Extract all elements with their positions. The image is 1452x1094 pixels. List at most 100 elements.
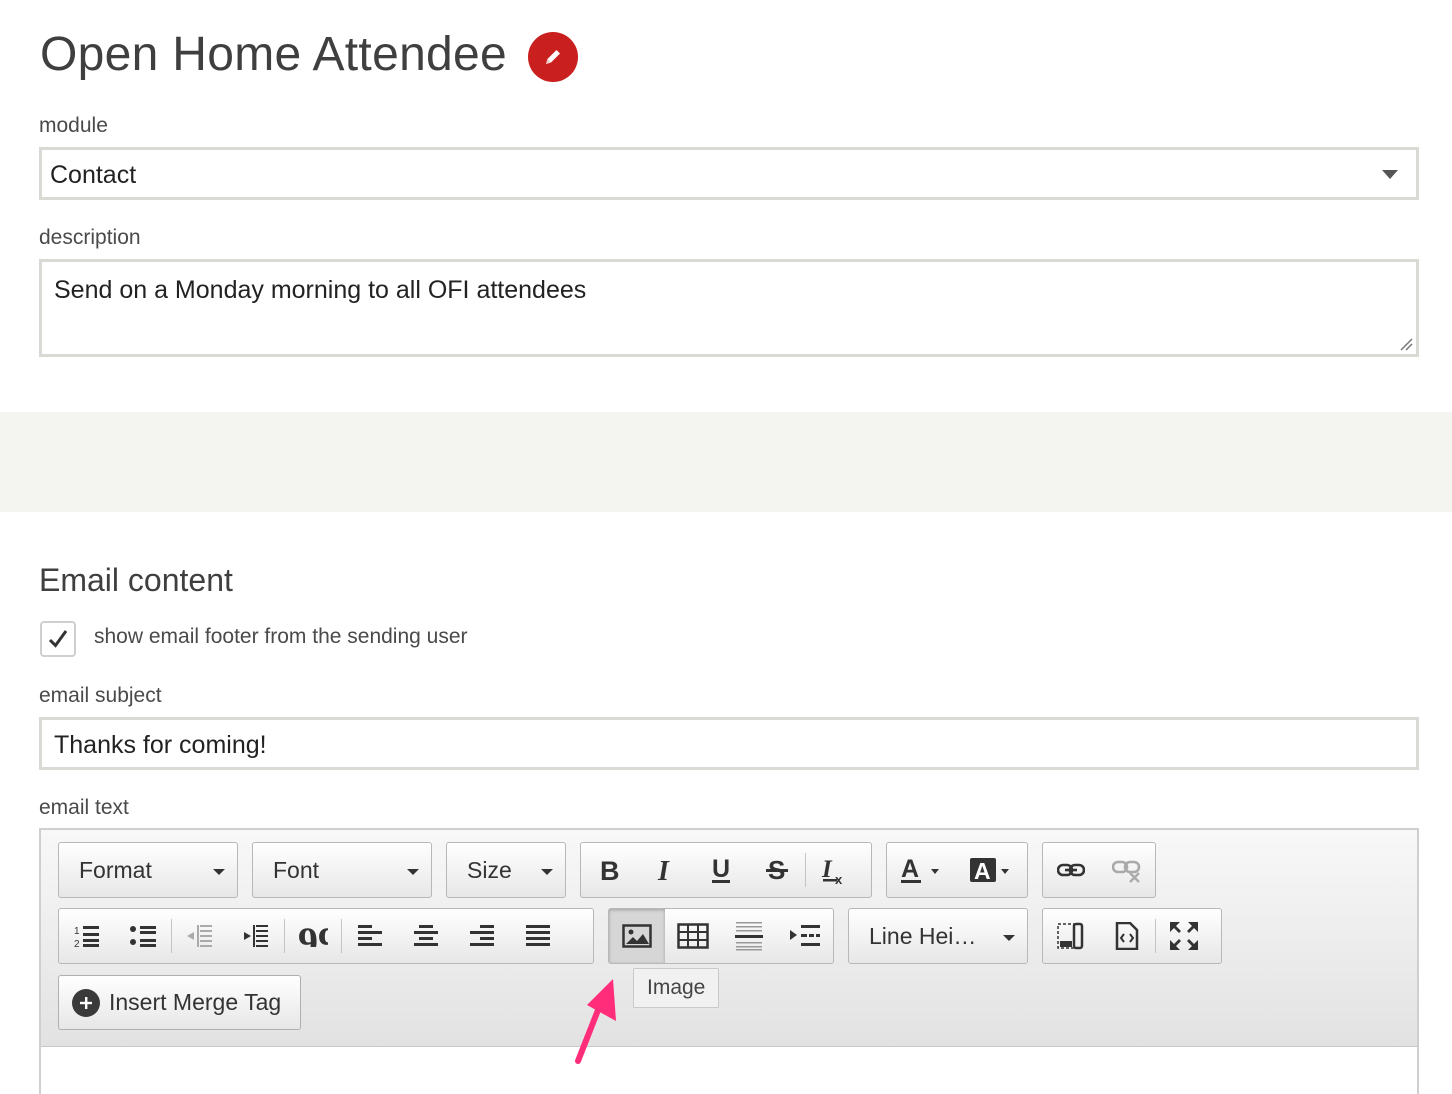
bullet-list-button[interactable] <box>115 909 171 963</box>
align-justify-button[interactable] <box>510 909 566 963</box>
caret-down-icon <box>541 869 553 875</box>
align-left-icon <box>358 925 382 946</box>
caret-down-icon <box>1003 935 1015 941</box>
footer-checkbox[interactable] <box>40 621 76 657</box>
align-justify-icon <box>526 925 550 946</box>
bold-button[interactable]: B <box>581 843 637 897</box>
font-dropdown[interactable]: Font <box>252 842 432 898</box>
paragraph-group: 12 99 <box>58 908 594 964</box>
email-text-label: email text <box>39 796 129 819</box>
line-height-dropdown[interactable]: Line Hei… <box>848 908 1028 964</box>
svg-text:A: A <box>901 855 919 883</box>
format-dropdown[interactable]: Format <box>58 842 238 898</box>
show-blocks-button[interactable] <box>1043 909 1099 963</box>
link-button[interactable] <box>1043 843 1099 897</box>
section-divider <box>0 412 1452 512</box>
subject-value: Thanks for coming! <box>54 731 267 759</box>
numbered-list-icon: 12 <box>74 926 99 948</box>
link-group <box>1042 842 1156 898</box>
outdent-icon <box>187 925 212 947</box>
module-label: module <box>39 114 108 137</box>
chevron-down-icon <box>1382 170 1398 179</box>
color-group: A A <box>886 842 1028 898</box>
source-code-icon <box>1115 922 1139 950</box>
svg-text:B: B <box>600 857 620 883</box>
italic-button[interactable]: I <box>637 843 693 897</box>
unlink-button[interactable] <box>1099 843 1155 897</box>
font-label: Font <box>273 856 320 883</box>
description-value: Send on a Monday morning to all OFI atte… <box>54 276 587 304</box>
module-value: Contact <box>50 161 137 189</box>
page-title: Open Home Attendee <box>40 27 508 81</box>
numbered-list-button[interactable]: 12 <box>59 909 115 963</box>
quote-icon: 99 <box>298 925 328 947</box>
text-style-group: B I U S Ix <box>580 842 872 898</box>
module-select[interactable]: Contact <box>39 147 1419 200</box>
fullscreen-button[interactable] <box>1156 909 1212 963</box>
show-blocks-icon <box>1057 922 1084 950</box>
subject-input[interactable]: Thanks for coming! <box>39 717 1419 770</box>
description-label: description <box>39 226 141 249</box>
background-color-icon: A <box>970 858 1009 884</box>
image-icon <box>622 924 652 948</box>
svg-text:99: 99 <box>298 925 328 947</box>
horizontal-rule-button[interactable] <box>721 909 777 963</box>
pencil-icon <box>546 50 561 64</box>
italic-icon: I <box>657 857 670 883</box>
section-title: Email content <box>39 562 233 598</box>
caret-down-icon <box>213 869 225 875</box>
caret-down-icon <box>407 869 419 875</box>
bold-icon: B <box>600 857 620 883</box>
outdent-button[interactable] <box>172 909 228 963</box>
align-right-icon <box>470 925 494 946</box>
horizontal-rule-icon <box>735 922 763 951</box>
svg-text:2: 2 <box>74 939 80 948</box>
svg-text:I: I <box>821 856 833 883</box>
table-icon <box>677 923 709 949</box>
line-height-label: Line Hei… <box>869 922 977 949</box>
plus-circle-icon <box>72 988 100 1017</box>
description-textarea[interactable]: Send on a Monday morning to all OFI atte… <box>39 259 1419 357</box>
unlink-icon <box>1112 860 1141 883</box>
background-color-button[interactable]: A <box>957 843 1027 897</box>
remove-format-icon: Ix <box>821 856 843 885</box>
underline-button[interactable]: U <box>693 843 749 897</box>
underline-icon: U <box>712 856 730 883</box>
resize-grip-icon[interactable] <box>1399 337 1413 351</box>
insert-image-button[interactable] <box>609 909 665 963</box>
page-break-icon <box>790 925 820 946</box>
align-right-button[interactable] <box>454 909 510 963</box>
text-color-button[interactable]: A <box>887 843 957 897</box>
insert-table-button[interactable] <box>665 909 721 963</box>
source-code-button[interactable] <box>1099 909 1155 963</box>
align-left-button[interactable] <box>342 909 398 963</box>
strikethrough-button[interactable]: S <box>749 843 805 897</box>
editor-body[interactable] <box>41 1046 1417 1094</box>
checkmark-icon <box>48 630 68 648</box>
tools-group <box>1042 908 1222 964</box>
strikethrough-icon: S <box>766 856 788 884</box>
image-tooltip: Image <box>633 968 720 1008</box>
svg-text:x: x <box>835 872 843 885</box>
clear-formatting-button[interactable]: Ix <box>806 843 862 897</box>
format-label: Format <box>79 856 152 883</box>
size-dropdown[interactable]: Size <box>446 842 566 898</box>
indent-button[interactable] <box>228 909 284 963</box>
footer-checkbox-label: show email footer from the sending user <box>94 625 468 648</box>
merge-tag-label: Insert Merge Tag <box>109 989 282 1015</box>
text-color-icon: A <box>901 855 939 883</box>
svg-text:A: A <box>974 858 991 884</box>
page-break-button[interactable] <box>777 909 833 963</box>
blockquote-button[interactable]: 99 <box>285 909 341 963</box>
subject-label: email subject <box>39 684 162 707</box>
maximize-icon <box>1170 922 1198 950</box>
size-label: Size <box>467 856 512 883</box>
insert-merge-tag-button[interactable]: Insert Merge Tag <box>58 975 301 1030</box>
link-icon <box>1057 863 1085 877</box>
title-row: Open Home Attendee <box>40 26 579 82</box>
svg-text:U: U <box>712 856 730 883</box>
edit-title-button[interactable] <box>528 32 579 82</box>
indent-icon <box>244 925 268 947</box>
annotation-arrow-icon <box>575 979 616 1064</box>
align-center-button[interactable] <box>398 909 454 963</box>
